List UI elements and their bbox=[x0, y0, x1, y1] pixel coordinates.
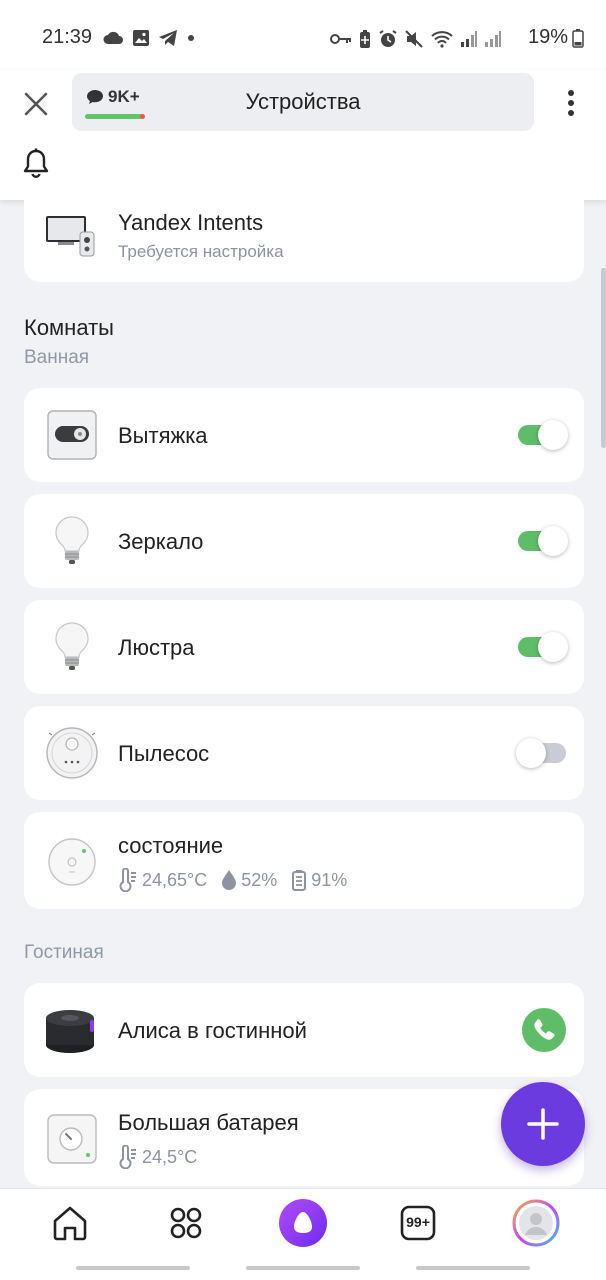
toggle-switch[interactable] bbox=[518, 420, 568, 450]
device-card-hood[interactable]: Вытяжка bbox=[24, 388, 584, 482]
device-name: Вытяжка bbox=[118, 423, 208, 448]
device-name: Алиса в гостинной bbox=[118, 1018, 307, 1043]
status-left-icons bbox=[102, 29, 196, 47]
battery-value: 91% bbox=[311, 869, 348, 890]
toggle-knob bbox=[516, 738, 546, 768]
notifications-count: 99+ bbox=[406, 1214, 430, 1230]
heater-properties: 24,5°C bbox=[118, 1145, 211, 1169]
device-card-chandelier[interactable]: Люстра bbox=[24, 600, 584, 694]
gesture-bar-center bbox=[246, 1266, 360, 1270]
rooms-title: Комнаты bbox=[24, 315, 114, 340]
more-icon[interactable] bbox=[561, 88, 581, 118]
page-title: Устройства bbox=[245, 89, 361, 114]
device-card-yandex-intents[interactable]: Yandex Intents Требуется настройка bbox=[24, 180, 584, 282]
signal-icon bbox=[485, 31, 501, 47]
title-bar[interactable]: 9K+ Устройства bbox=[72, 73, 534, 131]
toggle-knob bbox=[538, 632, 568, 662]
telegram-icon bbox=[159, 30, 177, 46]
smart-speaker-icon bbox=[46, 1010, 94, 1053]
status-battery: 19% bbox=[528, 26, 584, 49]
gesture-bar-right bbox=[416, 1266, 530, 1270]
home-icon[interactable] bbox=[48, 1201, 92, 1245]
device-name: Большая батарея bbox=[118, 1110, 299, 1135]
cloud-icon bbox=[103, 31, 123, 44]
bottom-nav: 99+ bbox=[0, 1188, 606, 1280]
battery-icon bbox=[572, 28, 584, 48]
signal-icon bbox=[461, 31, 477, 47]
device-card-vacuum[interactable]: Пылесос bbox=[24, 706, 584, 800]
battery-percent: 19% bbox=[527, 26, 568, 48]
alarm-icon bbox=[379, 30, 397, 47]
temperature-property: 24,65°C bbox=[118, 868, 207, 892]
toggle-switch[interactable] bbox=[518, 526, 568, 556]
device-status: Требуется настройка bbox=[118, 242, 284, 261]
profile-icon[interactable] bbox=[512, 1199, 560, 1247]
alice-icon[interactable] bbox=[278, 1198, 328, 1248]
device-name: Зеркало bbox=[118, 529, 204, 554]
battery-saver-icon bbox=[360, 30, 370, 48]
thermometer-icon bbox=[119, 1145, 136, 1169]
room-label-bathroom[interactable]: Ванная bbox=[24, 347, 89, 369]
dot-icon bbox=[188, 35, 194, 41]
mute-icon bbox=[405, 30, 423, 48]
device-card-mirror[interactable]: Зеркало bbox=[24, 494, 584, 588]
key-icon bbox=[330, 34, 351, 44]
bulb-icon bbox=[55, 516, 89, 564]
thermostat-icon bbox=[47, 1114, 97, 1164]
call-button[interactable] bbox=[522, 1008, 566, 1052]
status-bar: 21:39 19% bbox=[0, 0, 606, 78]
toggle-switch[interactable] bbox=[518, 632, 568, 662]
room-label-living[interactable]: Гостиная bbox=[24, 942, 104, 964]
toggle-knob bbox=[538, 526, 568, 556]
device-name: Люстра bbox=[118, 635, 195, 660]
gesture-bar-left bbox=[76, 1266, 190, 1270]
scrollbar[interactable] bbox=[601, 268, 606, 448]
device-name: Yandex Intents bbox=[118, 210, 264, 235]
temperature-property: 24,5°C bbox=[118, 1145, 197, 1169]
phone-icon bbox=[534, 1019, 555, 1040]
device-card-speaker[interactable]: Алиса в гостинной bbox=[24, 983, 584, 1077]
device-card-sensor[interactable]: состояние 24,65°C 52% 91% bbox=[24, 812, 584, 909]
bell-icon[interactable] bbox=[20, 147, 52, 181]
temperature-value: 24,5°C bbox=[142, 1146, 198, 1167]
toggle-switch[interactable] bbox=[516, 738, 566, 768]
switch-icon bbox=[47, 410, 97, 460]
status-time: 21:39 bbox=[42, 26, 93, 48]
thermometer-icon bbox=[119, 868, 136, 892]
bulb-icon bbox=[55, 622, 89, 670]
battery-property: 91% bbox=[291, 869, 347, 891]
plus-icon bbox=[527, 1108, 559, 1140]
humidity-value: 52% bbox=[241, 869, 278, 890]
device-name: Пылесос bbox=[118, 741, 210, 766]
sensor-icon bbox=[48, 838, 96, 886]
droplet-icon bbox=[222, 870, 237, 890]
device-name: состояние bbox=[118, 833, 224, 858]
sensor-properties: 24,65°C 52% 91% bbox=[118, 868, 361, 892]
status-right-icons bbox=[330, 29, 502, 49]
grid-icon[interactable] bbox=[164, 1201, 208, 1245]
device-card-heater[interactable]: Большая батарея 24,5°C bbox=[24, 1089, 584, 1186]
tv-icon bbox=[46, 216, 95, 257]
humidity-property: 52% bbox=[221, 869, 277, 891]
temperature-value: 24,65°C bbox=[142, 869, 208, 890]
vacuum-icon bbox=[46, 727, 98, 779]
close-icon[interactable] bbox=[20, 88, 52, 120]
notifications-button[interactable]: 99+ bbox=[396, 1201, 440, 1245]
wifi-icon bbox=[431, 31, 453, 48]
image-icon bbox=[133, 30, 149, 46]
battery-icon bbox=[292, 870, 307, 891]
toggle-knob bbox=[538, 420, 568, 450]
add-device-button[interactable] bbox=[501, 1082, 585, 1166]
